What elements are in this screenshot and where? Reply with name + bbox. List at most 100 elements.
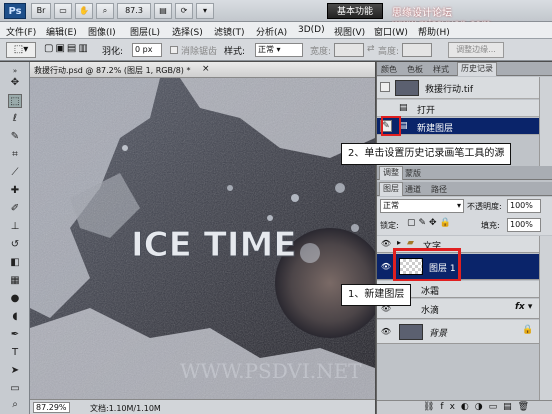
zoom-status[interactable]: 87.29% [33, 402, 70, 413]
rotate-view-icon[interactable]: ⟳ [175, 3, 193, 19]
close-document-icon[interactable]: × [202, 64, 210, 74]
visibility-eye-icon[interactable]: 👁 [380, 238, 392, 250]
menu-edit[interactable]: 编辑(E) [46, 25, 77, 38]
history-doc-icon: ▤ [399, 103, 408, 113]
snapshot-thumbnail [395, 80, 419, 96]
tab-layers[interactable]: 图层 [379, 182, 403, 196]
tab-paths[interactable]: 路径 [431, 184, 447, 195]
tab-color[interactable]: 颜色 [381, 64, 397, 75]
tab-adjustments[interactable]: 调整 [379, 166, 403, 180]
artwork-title: ICE TIME [131, 225, 297, 265]
visibility-eye-icon[interactable]: 👁 [380, 326, 392, 338]
opacity-label: 不透明度: [467, 202, 502, 211]
healing-brush-tool-icon[interactable]: ✚ [8, 184, 22, 198]
move-tool-icon[interactable]: ✥ [8, 76, 22, 90]
workspace-button[interactable]: 基本功能 [327, 3, 383, 19]
snapshot-source-box[interactable] [380, 82, 390, 92]
menu-filter[interactable]: 滤镜(T) [214, 25, 245, 38]
style-value: 正常 [258, 45, 274, 54]
style-label: 样式: [224, 47, 246, 57]
visibility-eye-icon[interactable]: 👁 [380, 261, 392, 273]
layer-thumbnail [399, 324, 423, 340]
antialias-checkbox[interactable] [170, 46, 178, 54]
layer-row-background[interactable]: 👁 背景 🔒 [377, 320, 539, 344]
menu-file[interactable]: 文件(F) [6, 25, 36, 38]
history-state-open[interactable]: ▤ 打开 [377, 100, 539, 117]
tab-swatches[interactable]: 色板 [407, 64, 423, 75]
fill-label: 填充: [481, 221, 500, 230]
history-state-new-layer[interactable]: ✎ ▤ 新建图层 [377, 118, 539, 135]
lock-icons[interactable]: ▢✎✥🔒 [407, 218, 454, 228]
width-label: 宽度: [310, 47, 332, 57]
document-canvas[interactable]: ICE TIME WWW.PSDVI.NET [30, 78, 375, 399]
tool-preset-picker[interactable]: ⬚▾ [6, 42, 36, 58]
menu-3d[interactable]: 3D(D) [298, 25, 325, 35]
eraser-tool-icon[interactable]: ◧ [8, 256, 22, 270]
tools-panel: » ✥ ⬚ ℓ ✎ ⌗ ⟋ ✚ ✐ ⊥ ↺ ◧ ▦ ● ◖ ✒ T ➤ ▭ ⌕ [0, 62, 30, 414]
layer-controls: 正常 ▾ 不透明度: 100% 锁定: ▢✎✥🔒 填充: 100% [377, 197, 552, 235]
path-select-tool-icon[interactable]: ➤ [8, 364, 22, 378]
bridge-button[interactable]: Br [31, 3, 51, 19]
tab-channels[interactable]: 通道 [405, 184, 421, 195]
crop-tool-icon[interactable]: ⌗ [8, 148, 22, 162]
history-brush-tool-icon[interactable]: ↺ [8, 238, 22, 252]
gradient-tool-icon[interactable]: ▦ [8, 274, 22, 288]
zoom-tool-small-icon[interactable]: ⌕ [8, 398, 22, 412]
marquee-tool-icon[interactable]: ⬚ [8, 94, 22, 108]
blend-mode-select[interactable]: 正常 ▾ [380, 199, 464, 213]
opacity-input[interactable]: 100% [507, 199, 541, 213]
document-tab[interactable]: 救援行动.psd @ 87.2% (图层 1, RGB/8) * × [30, 62, 375, 78]
layers-scrollbar[interactable] [539, 236, 552, 400]
menu-layer[interactable]: 图层(L) [130, 25, 160, 38]
clone-stamp-tool-icon[interactable]: ⊥ [8, 220, 22, 234]
fill-input[interactable]: 100% [507, 218, 541, 232]
layers-footer-icons[interactable]: ⛓fx◐◑▭▤🗑 [377, 400, 552, 414]
layer-name: 冰霜 [421, 287, 440, 297]
layer-effects-icon[interactable]: fx ▾ [515, 302, 532, 312]
height-input [402, 43, 432, 57]
feather-input[interactable]: 0 px [132, 43, 162, 57]
snapshot-name: 救援行动.tif [425, 85, 474, 95]
width-input [334, 43, 364, 57]
arrange-documents-icon[interactable]: ▤ [154, 3, 172, 19]
pen-tool-icon[interactable]: ✒ [8, 328, 22, 342]
tab-styles[interactable]: 样式 [433, 64, 449, 75]
screen-mode-icon[interactable]: ▭ [54, 3, 72, 19]
lasso-tool-icon[interactable]: ℓ [8, 112, 22, 126]
tab-masks[interactable]: 蒙版 [405, 168, 421, 179]
menu-image[interactable]: 图像(I) [88, 25, 116, 38]
menu-analysis[interactable]: 分析(A) [256, 25, 287, 38]
selection-mode-icons[interactable]: ▢▣▤▥ [44, 43, 90, 54]
menu-window[interactable]: 窗口(W) [374, 25, 408, 38]
history-scrollbar[interactable] [539, 77, 552, 172]
tab-history[interactable]: 历史记录 [457, 62, 497, 76]
menu-select[interactable]: 选择(S) [172, 25, 203, 38]
callout-step2: 2、单击设置历史记录画笔工具的源 [341, 143, 512, 165]
blur-tool-icon[interactable]: ● [8, 292, 22, 306]
collapse-icon[interactable]: » [8, 64, 22, 75]
type-tool-icon[interactable]: T [8, 346, 22, 360]
history-snapshot-row[interactable]: 救援行动.tif [377, 77, 539, 99]
style-select[interactable]: 正常 ▾ [255, 43, 303, 57]
menu-bar: 文件(F) 编辑(E) 图像(I) 图层(L) 选择(S) 滤镜(T) 分析(A… [0, 22, 552, 39]
shape-tool-icon[interactable]: ▭ [8, 382, 22, 396]
zoom-tool-icon[interactable]: ⌕ [96, 3, 114, 19]
menu-view[interactable]: 视图(V) [334, 25, 365, 38]
hand-tool-icon[interactable]: ✋ [75, 3, 93, 19]
group-expand-icon[interactable]: ▸ [397, 238, 401, 247]
layer-name: 背景 [429, 329, 448, 339]
menu-help[interactable]: 帮助(H) [418, 25, 450, 38]
artwork-image: ICE TIME WWW.PSDVI.NET [30, 78, 375, 399]
quick-select-tool-icon[interactable]: ✎ [8, 130, 22, 144]
bottom-watermark: WWW.PSDVI.NET [180, 359, 362, 383]
extras-icon[interactable]: ▾ [196, 3, 214, 19]
document-size: 文档:1.10M/1.10M [90, 404, 161, 413]
brush-tool-icon[interactable]: ✐ [8, 202, 22, 216]
layers-panel-tabs: 图层 通道 路径 [377, 182, 552, 196]
status-bar: 87.29% 文档:1.10M/1.10M [30, 399, 375, 414]
callout-step1: 1、新建图层 [341, 284, 412, 306]
dodge-tool-icon[interactable]: ◖ [8, 310, 22, 324]
zoom-level-field[interactable]: 87.3 [117, 3, 151, 19]
source-highlight-box [381, 116, 401, 136]
eyedropper-tool-icon[interactable]: ⟋ [8, 166, 22, 180]
